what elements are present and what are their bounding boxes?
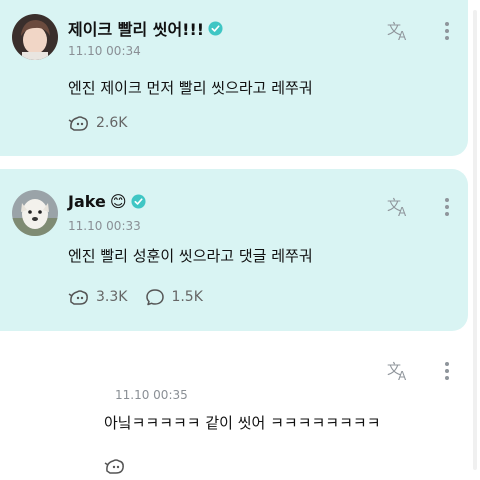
reaction-icon — [68, 290, 88, 305]
author-name-text: 제이크 빨리 씻어!!! — [68, 20, 205, 39]
timestamp: 11.10 00:35 — [115, 388, 188, 402]
post-card-1: 제이크 빨리 씻어!!! 11.10 00:34 엔진 제이크 먼저 빨리 씻으… — [0, 0, 468, 156]
verified-badge-icon — [130, 194, 146, 209]
translate-icon[interactable]: 文 A — [386, 360, 412, 382]
post-stats — [104, 457, 126, 475]
translate-icon[interactable]: 文 A — [386, 196, 412, 218]
post-body: 엔진 빨리 성훈이 씻으라고 댓글 레쭈궈 — [68, 247, 313, 265]
reaction-button[interactable]: 3.3K — [68, 288, 127, 306]
reaction-count: 2.6K — [96, 115, 128, 131]
reaction-button[interactable]: 2.6K — [68, 114, 127, 132]
smile-emoji-icon: 😊 — [109, 192, 127, 211]
svg-text:A: A — [398, 369, 407, 382]
post-stats: 3.3K 1.5K — [68, 288, 203, 306]
reaction-count: 3.3K — [96, 289, 128, 305]
avatar[interactable] — [12, 190, 58, 236]
more-options-icon[interactable] — [444, 22, 450, 40]
reaction-icon — [68, 116, 88, 131]
post-card-3: 11.10 00:35 아닠ㅋㅋㅋㅋㅋ 같이 씻어 ㅋㅋㅋㅋㅋㅋㅋㅋ 文 A — [0, 345, 468, 480]
translate-icon[interactable]: 文 A — [386, 20, 412, 42]
scrollbar[interactable] — [473, 10, 477, 470]
more-options-icon[interactable] — [444, 362, 450, 380]
more-options-icon[interactable] — [444, 198, 450, 216]
comment-button[interactable]: 1.5K — [145, 288, 203, 306]
comment-count: 1.5K — [171, 289, 203, 305]
author-name[interactable]: Jake 😊 — [68, 192, 146, 211]
post-stats: 2.6K — [68, 114, 127, 132]
post-body: 엔진 제이크 먼저 빨리 씻으라고 레쭈궈 — [68, 79, 313, 97]
reaction-button[interactable] — [104, 457, 126, 475]
post-card-2: Jake 😊 11.10 00:33 엔진 빨리 성훈이 씻으라고 댓글 레쭈궈… — [0, 169, 468, 331]
timestamp: 11.10 00:34 — [68, 44, 141, 58]
author-name[interactable]: 제이크 빨리 씻어!!! — [68, 16, 223, 40]
svg-text:A: A — [398, 205, 407, 218]
avatar[interactable] — [12, 14, 58, 60]
timestamp: 11.10 00:33 — [68, 219, 141, 233]
post-body: 아닠ㅋㅋㅋㅋㅋ 같이 씻어 ㅋㅋㅋㅋㅋㅋㅋㅋ — [104, 414, 381, 432]
reaction-icon — [104, 459, 124, 474]
author-name-text: Jake — [68, 192, 106, 211]
svg-text:A: A — [398, 29, 407, 42]
comment-icon — [146, 289, 165, 306]
verified-badge-icon — [208, 20, 223, 36]
